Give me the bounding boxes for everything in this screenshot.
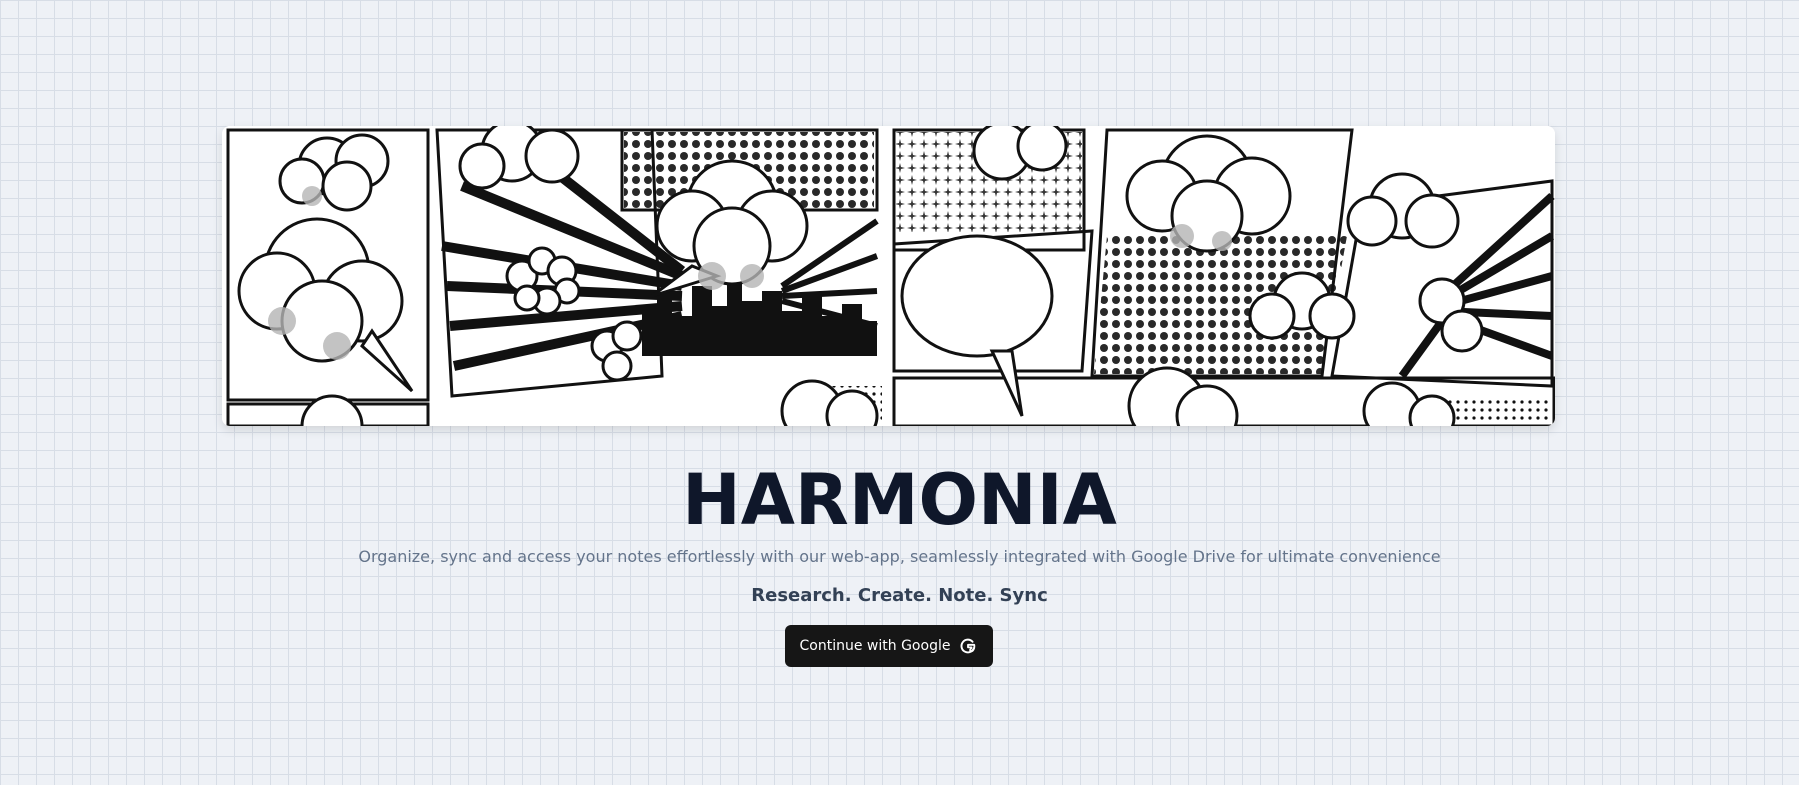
google-g-icon [958, 636, 978, 656]
app-subtitle: Organize, sync and access your notes eff… [358, 547, 1441, 566]
comic-banner-image [222, 126, 1555, 426]
app-title: HARMONIA [682, 459, 1117, 541]
continue-with-google-label: Continue with Google [799, 638, 951, 654]
continue-with-google-button[interactable]: Continue with Google [785, 625, 993, 667]
hero-banner [222, 126, 1555, 426]
app-tagline: Research. Create. Note. Sync [751, 585, 1048, 606]
